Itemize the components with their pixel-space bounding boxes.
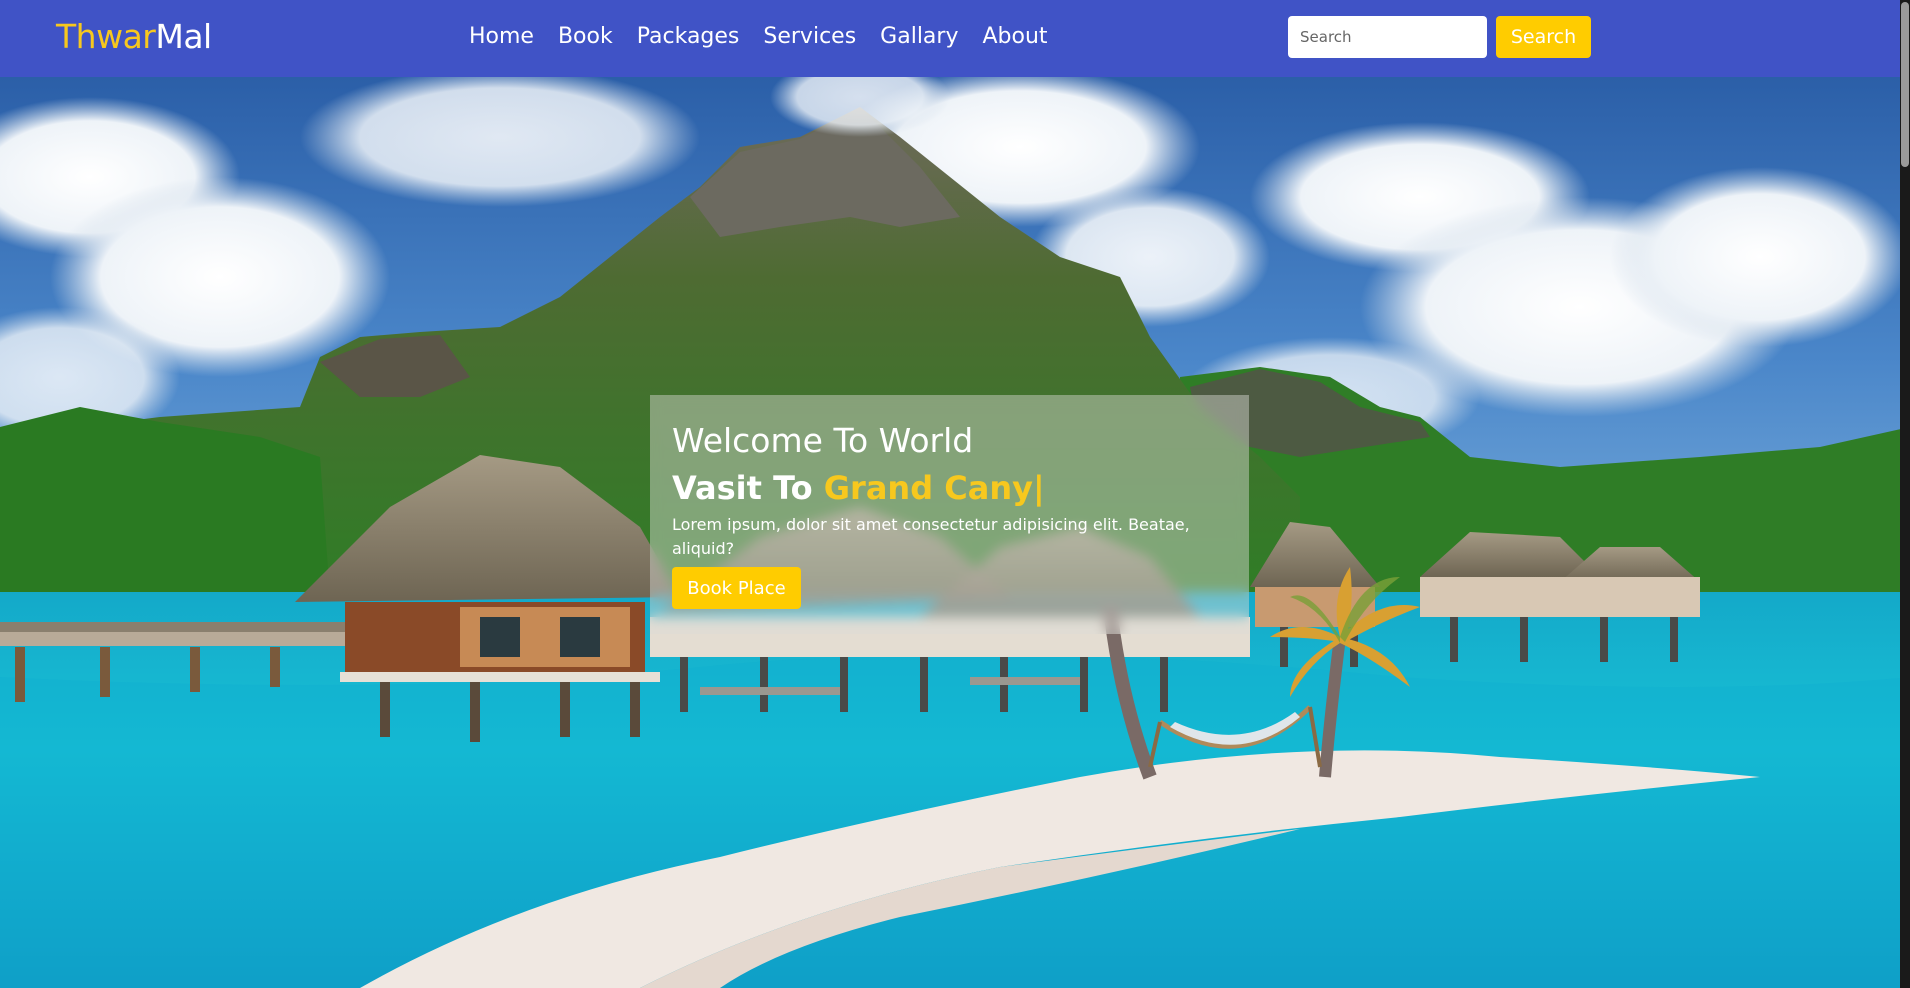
- page-scrollbar[interactable]: [1900, 0, 1910, 988]
- typing-cursor: |: [1032, 469, 1045, 507]
- search-input[interactable]: [1288, 16, 1487, 58]
- navbar: ThwarMal Home Book Packages Services Gal…: [0, 0, 1910, 77]
- book-place-button[interactable]: Book Place: [672, 567, 801, 609]
- hero-heading-typed-text: Grand Cany: [823, 469, 1033, 507]
- logo-part-mal: Mal: [155, 17, 212, 56]
- logo-part-thwar: Thwar: [56, 17, 156, 56]
- hero-description: Lorem ipsum, dolor sit amet consectetur …: [672, 515, 1190, 558]
- nav-link-gallary[interactable]: Gallary: [880, 22, 958, 52]
- nav-links: Home Book Packages Services Gallary Abou…: [469, 22, 1048, 52]
- page: ThwarMal Home Book Packages Services Gal…: [0, 0, 1910, 988]
- hero-welcome-title: Welcome To World: [672, 421, 974, 460]
- hero-heading-prefix: Vasit To: [672, 469, 824, 507]
- nav-link-packages[interactable]: Packages: [637, 22, 740, 52]
- nav-link-book[interactable]: Book: [558, 22, 613, 52]
- hero-heading: Vasit To Grand Cany|: [672, 467, 1227, 509]
- nav-link-home[interactable]: Home: [469, 22, 534, 52]
- scrollbar-thumb[interactable]: [1901, 2, 1909, 167]
- nav-link-about[interactable]: About: [982, 22, 1047, 52]
- site-logo[interactable]: ThwarMal: [56, 16, 212, 58]
- search-button[interactable]: Search: [1496, 16, 1591, 58]
- hero-card: Welcome To World Vasit To Grand Cany| Lo…: [650, 395, 1249, 634]
- nav-link-services[interactable]: Services: [763, 22, 856, 52]
